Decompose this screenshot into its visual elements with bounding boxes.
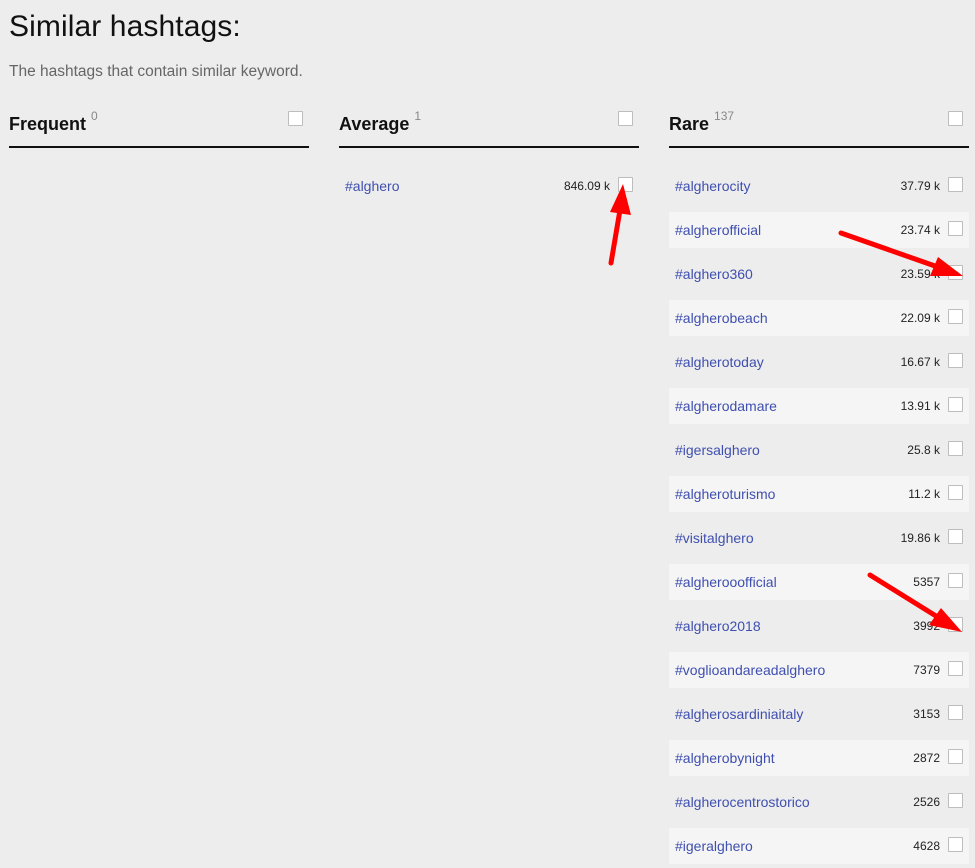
rare-select-all-checkbox[interactable]	[948, 111, 963, 126]
rare-column: Rare 137 #algherocity 37.79 k #algheroffic…	[669, 105, 969, 868]
hashtag-link[interactable]: #algherocentrostorico	[675, 794, 810, 810]
hashtag-checkbox[interactable]	[948, 441, 963, 456]
frequent-column: Frequent 0	[9, 105, 309, 168]
hashtag-link[interactable]: #algherosardiniaitaly	[675, 706, 803, 722]
hashtag-count: 7379	[913, 663, 940, 677]
hashtag-link[interactable]: #algherobynight	[675, 750, 775, 766]
hashtag-checkbox[interactable]	[948, 705, 963, 720]
rare-list: #algherocity 37.79 k #algherofficial 23.74…	[669, 168, 969, 864]
hashtag-checkbox[interactable]	[618, 177, 633, 192]
average-count: 1	[414, 109, 422, 123]
hashtag-row: #igeralghero 4628	[669, 828, 969, 864]
hashtag-count: 37.79 k	[900, 179, 940, 193]
hashtag-link[interactable]: #algherooofficial	[675, 574, 777, 590]
hashtag-count: 23.59 k	[900, 267, 940, 281]
hashtag-count: 846.09 k	[563, 179, 610, 193]
hashtag-link[interactable]: #algherocity	[675, 178, 751, 194]
page-subtitle: The hashtags that contain similar keywor…	[9, 63, 303, 80]
hashtag-row: #algheroturismo 11.2 k	[669, 476, 969, 512]
frequent-select-all-checkbox[interactable]	[288, 111, 303, 126]
rare-title-label: Rare	[669, 114, 710, 134]
hashtag-row: #algherotoday 16.67 k	[669, 344, 969, 380]
hashtag-checkbox[interactable]	[948, 749, 963, 764]
hashtag-count: 22.09 k	[900, 311, 940, 325]
hashtag-count: 16.67 k	[900, 355, 940, 369]
hashtag-row: #alghero360 23.59 k	[669, 256, 969, 292]
rare-title: Rare 137	[669, 109, 734, 135]
hashtag-count: 3153	[913, 707, 940, 721]
hashtag-count: 5357	[913, 575, 940, 589]
hashtag-row: #visitalghero 19.86 k	[669, 520, 969, 556]
hashtag-link[interactable]: #algherofficial	[675, 222, 761, 238]
hashtag-count: 11.2 k	[908, 487, 940, 501]
hashtag-row: #algherocentrostorico 2526	[669, 784, 969, 820]
hashtag-checkbox[interactable]	[948, 309, 963, 324]
hashtag-count: 3992	[913, 619, 940, 633]
hashtag-checkbox[interactable]	[948, 221, 963, 236]
hashtag-row: #algherofficial 23.74 k	[669, 212, 969, 248]
hashtag-link[interactable]: #algherobeach	[675, 310, 768, 326]
hashtag-row: #algherocity 37.79 k	[669, 168, 969, 204]
hashtag-count: 19.86 k	[900, 531, 940, 545]
hashtag-count: 13.91 k	[900, 399, 940, 413]
hashtag-link[interactable]: #algheroturismo	[675, 486, 775, 502]
hashtag-checkbox[interactable]	[948, 397, 963, 412]
hashtag-count: 25.8 k	[907, 443, 940, 457]
hashtag-link[interactable]: #igeralghero	[675, 838, 753, 854]
hashtag-row: #algherooofficial 5357	[669, 564, 969, 600]
page-title: Similar hashtags:	[9, 10, 241, 43]
average-title-label: Average	[339, 114, 410, 134]
hashtag-checkbox[interactable]	[948, 353, 963, 368]
hashtag-checkbox[interactable]	[948, 793, 963, 808]
hashtag-checkbox[interactable]	[948, 617, 963, 632]
hashtag-checkbox[interactable]	[948, 573, 963, 588]
similar-hashtags-page: Similar hashtags: The hashtags that cont…	[0, 0, 975, 868]
hashtag-row: #alghero 846.09 k	[339, 168, 639, 204]
hashtag-count: 23.74 k	[900, 223, 940, 237]
frequent-title-label: Frequent	[9, 114, 87, 134]
hashtag-checkbox[interactable]	[948, 485, 963, 500]
average-select-all-checkbox[interactable]	[618, 111, 633, 126]
rare-header: Rare 137	[669, 105, 969, 148]
hashtag-link[interactable]: #alghero	[345, 178, 400, 194]
hashtag-link[interactable]: #alghero2018	[675, 618, 761, 634]
hashtag-row: #alghero2018 3992	[669, 608, 969, 644]
hashtag-link[interactable]: #algherodamare	[675, 398, 777, 414]
hashtag-row: #algherobynight 2872	[669, 740, 969, 776]
hashtag-link[interactable]: #igersalghero	[675, 442, 760, 458]
hashtag-link[interactable]: #alghero360	[675, 266, 753, 282]
frequent-title: Frequent 0	[9, 109, 98, 135]
hashtag-checkbox[interactable]	[948, 837, 963, 852]
hashtag-link[interactable]: #visitalghero	[675, 530, 754, 546]
frequent-header: Frequent 0	[9, 105, 309, 148]
hashtag-row: #voglioandareadalghero 7379	[669, 652, 969, 688]
hashtag-checkbox[interactable]	[948, 177, 963, 192]
average-column: Average 1 #alghero 846.09 k	[339, 105, 639, 212]
hashtag-count: 2526	[913, 795, 940, 809]
hashtag-checkbox[interactable]	[948, 529, 963, 544]
hashtag-row: #algherobeach 22.09 k	[669, 300, 969, 336]
hashtag-row: #algherodamare 13.91 k	[669, 388, 969, 424]
hashtag-link[interactable]: #algherotoday	[675, 354, 764, 370]
hashtag-count: 4628	[913, 839, 940, 853]
hashtag-checkbox[interactable]	[948, 661, 963, 676]
average-header: Average 1	[339, 105, 639, 148]
average-title: Average 1	[339, 109, 421, 135]
hashtag-row: #algherosardiniaitaly 3153	[669, 696, 969, 732]
average-list: #alghero 846.09 k	[339, 168, 639, 204]
frequent-count: 0	[91, 109, 98, 123]
hashtag-link[interactable]: #voglioandareadalghero	[675, 662, 825, 678]
hashtag-count: 2872	[913, 751, 940, 765]
rare-count: 137	[714, 109, 735, 123]
hashtag-row: #igersalghero 25.8 k	[669, 432, 969, 468]
hashtag-checkbox[interactable]	[948, 265, 963, 280]
